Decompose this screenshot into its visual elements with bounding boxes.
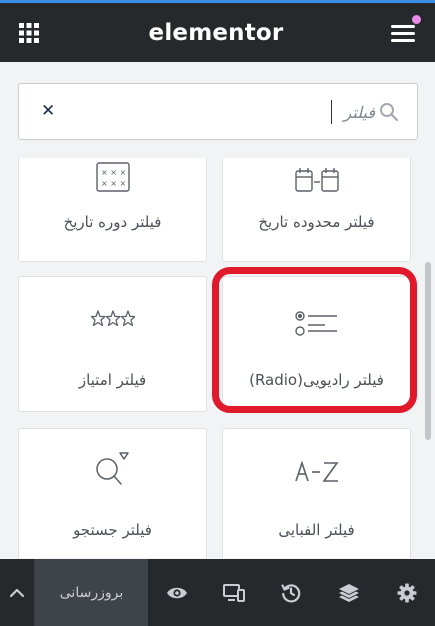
update-button[interactable]: بروزرسانی bbox=[35, 559, 148, 626]
navigator-button[interactable] bbox=[330, 559, 368, 626]
panel-header: elementor bbox=[0, 3, 435, 62]
calendar-icon: × × × × × × bbox=[95, 162, 130, 192]
widget-date-period-filter[interactable]: × × × × × × فیلتر دوره تاریخ bbox=[18, 158, 207, 262]
history-button[interactable] bbox=[272, 559, 310, 626]
layers-icon bbox=[339, 583, 359, 602]
widget-label: فیلتر محدوده تاریخ bbox=[258, 213, 375, 231]
panel-footer: بروزرسانی bbox=[0, 559, 435, 626]
settings-icon bbox=[397, 583, 417, 602]
widget-search-box: ✕ bbox=[18, 83, 418, 140]
chevron-up-icon bbox=[9, 588, 25, 597]
apps-grid-button[interactable] bbox=[15, 19, 43, 47]
main-menu-button[interactable] bbox=[389, 14, 421, 47]
responsive-mode-button[interactable] bbox=[215, 559, 253, 626]
widget-label: فیلتر الفبایی bbox=[278, 521, 355, 539]
date-range-icon bbox=[294, 168, 339, 192]
settings-button[interactable] bbox=[388, 559, 426, 626]
search-filter-icon bbox=[95, 452, 129, 485]
footer-expand-button[interactable] bbox=[0, 559, 35, 626]
preview-button[interactable] bbox=[158, 559, 196, 626]
responsive-icon bbox=[223, 583, 245, 602]
panel-scrollbar[interactable] bbox=[425, 262, 431, 440]
radio-filter-highlight bbox=[212, 267, 417, 413]
close-icon[interactable]: ✕ bbox=[41, 101, 55, 121]
widget-date-range-filter[interactable]: فیلتر محدوده تاریخ bbox=[222, 158, 411, 262]
widget-label: فیلتر امتیاز bbox=[78, 371, 147, 389]
search-input[interactable] bbox=[175, 99, 375, 125]
widget-alphabet-filter[interactable]: فیلتر الفبایی bbox=[222, 428, 411, 558]
hamburger-menu-icon bbox=[391, 24, 415, 42]
widget-search-filter[interactable]: فیلتر جستجو bbox=[18, 428, 207, 558]
notification-dot bbox=[412, 14, 421, 24]
history-icon bbox=[281, 583, 301, 602]
search-icon bbox=[380, 103, 399, 122]
text-caret bbox=[331, 100, 332, 124]
alphabet-az-icon bbox=[294, 461, 339, 482]
widget-rating-filter[interactable]: فیلتر امتیاز bbox=[18, 276, 207, 412]
elementor-logo: elementor bbox=[148, 19, 284, 46]
svg-text:× × ×: × × × bbox=[101, 179, 126, 188]
rating-stars-icon bbox=[90, 310, 135, 327]
eye-icon bbox=[167, 587, 187, 598]
grid-icon bbox=[19, 22, 39, 43]
widget-label: فیلتر جستجو bbox=[73, 521, 152, 539]
svg-text:× × ×: × × × bbox=[101, 168, 126, 177]
widget-label: فیلتر دوره تاریخ bbox=[63, 213, 162, 231]
